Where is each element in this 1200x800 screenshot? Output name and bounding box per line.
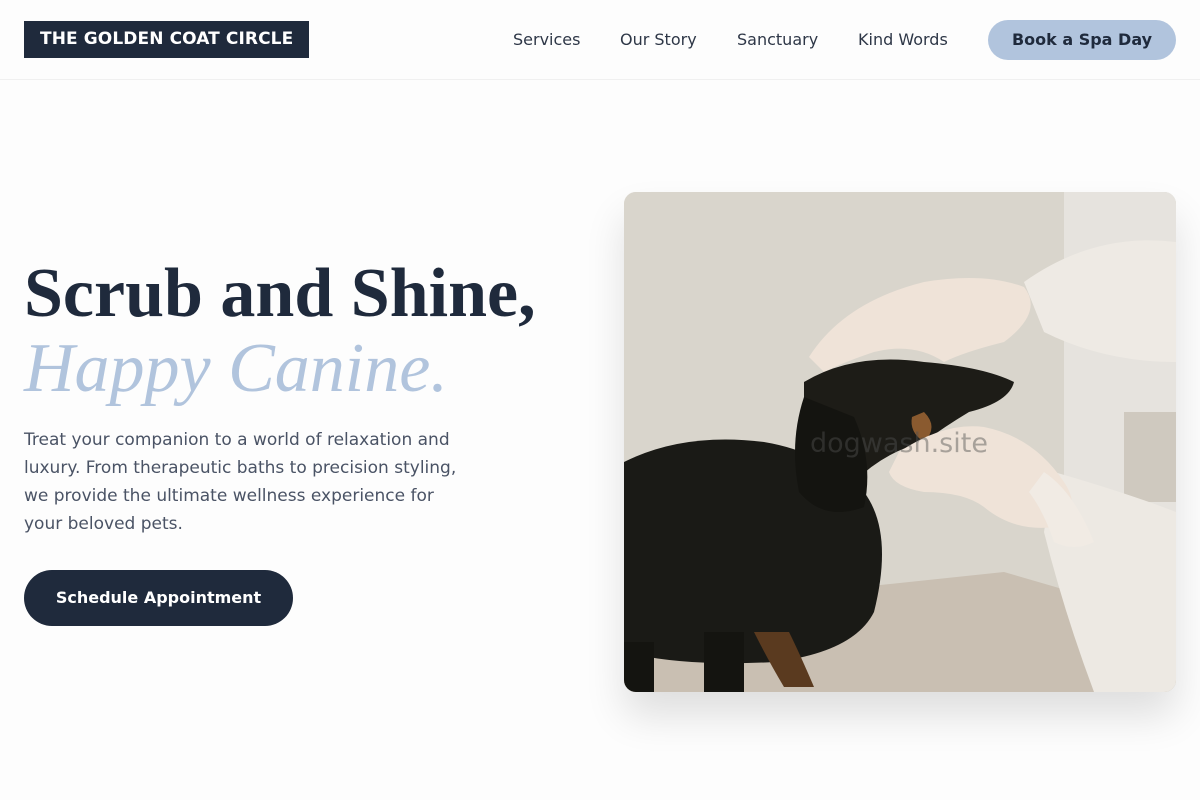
- site-header: THE GOLDEN COAT CIRCLE Services Our Stor…: [0, 0, 1200, 80]
- site-logo[interactable]: THE GOLDEN COAT CIRCLE: [24, 21, 310, 58]
- nav-link-services[interactable]: Services: [513, 28, 580, 52]
- hero-photo-dog-grooming: dogwash.site: [624, 192, 1176, 692]
- schedule-appointment-button[interactable]: Schedule Appointment: [24, 570, 293, 626]
- book-spa-day-button[interactable]: Book a Spa Day: [988, 20, 1176, 60]
- nav-link-kind-words[interactable]: Kind Words: [858, 28, 948, 52]
- hero-headline: Scrub and Shine,: [24, 255, 536, 332]
- nav-link-sanctuary[interactable]: Sanctuary: [737, 28, 818, 52]
- hero-headline-accent: Happy Canine.: [24, 330, 448, 407]
- hero-description: Treat your companion to a world of relax…: [24, 430, 457, 534]
- nav-link-our-story[interactable]: Our Story: [620, 28, 697, 52]
- image-watermark: dogwash.site: [810, 428, 988, 459]
